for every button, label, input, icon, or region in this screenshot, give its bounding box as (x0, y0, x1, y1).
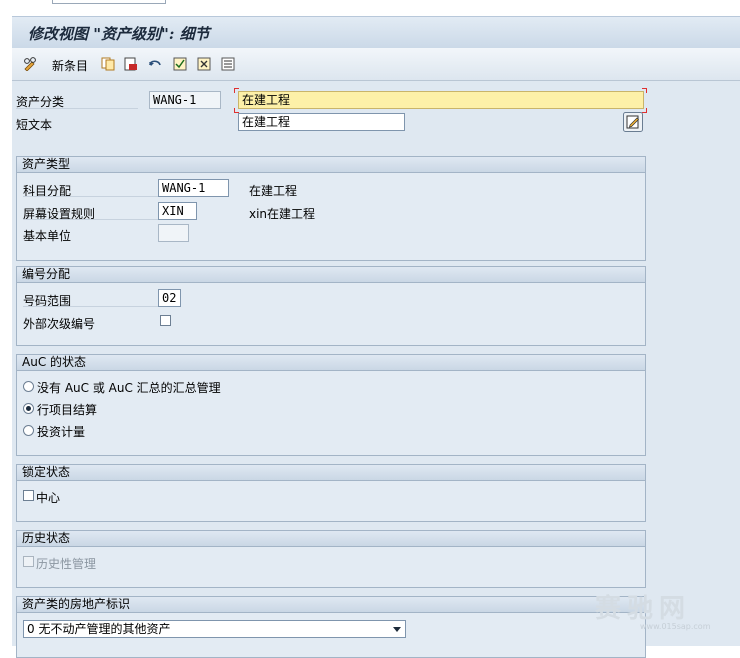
label-underline (16, 108, 138, 109)
history-status-group-title: 历史状态 (17, 531, 645, 547)
history-status-group: 历史状态 历史性管理 (16, 530, 646, 588)
label-underline (23, 196, 159, 197)
external-sub-number-label: 外部次级编号 (23, 317, 96, 331)
asset-type-group: 资产类型 科目分配 WANG-1 在建工程 屏幕设置规则 XIN xin在建工程… (16, 156, 646, 261)
command-field[interactable] (52, 0, 166, 4)
auc-option-line-item-label[interactable]: 行项目结算 (37, 401, 97, 418)
delete-icon[interactable] (124, 57, 138, 71)
application-toolbar: 新条目 (12, 48, 740, 81)
auc-option-summary-radio[interactable] (23, 381, 34, 392)
auc-option-investment-radio[interactable] (23, 425, 34, 436)
page-title: 修改视图 "资产级别": 细节 (28, 25, 210, 43)
asset-class-description-field[interactable]: 在建工程 (238, 91, 644, 109)
history-management-label: 历史性管理 (36, 557, 97, 571)
short-text-label: 短文本 (16, 118, 53, 132)
watermark-url: www.015sap.com (640, 622, 711, 631)
asset-type-group-title: 资产类型 (17, 157, 645, 173)
watermark-logo: 赛驰网 (595, 594, 692, 624)
short-text-field[interactable]: 在建工程 (238, 113, 405, 131)
center-label[interactable]: 中心 (36, 489, 60, 506)
external-sub-number-checkbox[interactable] (160, 315, 171, 326)
screen-layout-rule-field[interactable]: XIN (158, 202, 197, 220)
glasses-edit-icon[interactable] (23, 57, 37, 71)
number-assignment-group-title: 编号分配 (17, 267, 645, 283)
base-unit-field[interactable] (158, 224, 189, 242)
edit-text-icon[interactable] (623, 112, 643, 132)
focus-marker (234, 88, 239, 93)
chevron-down-icon[interactable] (393, 627, 401, 632)
asset-class-field[interactable]: WANG-1 (149, 91, 221, 109)
real-estate-group: 资产类的房地产标识 0 无不动产管理的其他资产 (16, 596, 646, 658)
real-estate-indicator-value: 0 无不动产管理的其他资产 (27, 622, 171, 636)
real-estate-indicator-dropdown[interactable]: 0 无不动产管理的其他资产 (23, 620, 406, 638)
select-block-icon[interactable] (221, 57, 235, 71)
undo-icon[interactable] (148, 57, 162, 71)
lock-status-group-title: 锁定状态 (17, 465, 645, 481)
lock-status-group: 锁定状态 中心 (16, 464, 646, 522)
base-unit-label: 基本单位 (23, 229, 72, 243)
screen-layout-rule-description: xin在建工程 (249, 207, 316, 221)
detail-area: 资产分类 WANG-1 在建工程 短文本 在建工程 资产类型 科目分配 WANG… (12, 81, 740, 658)
label-underline (23, 219, 159, 220)
account-determination-description: 在建工程 (249, 184, 298, 198)
number-range-field[interactable]: 02 (158, 289, 181, 307)
title-bar: 修改视图 "资产级别": 细节 (12, 16, 740, 48)
center-checkbox[interactable] (23, 490, 34, 501)
real-estate-group-title: 资产类的房地产标识 (17, 597, 645, 613)
number-assignment-group: 编号分配 号码范围 02 外部次级编号 (16, 266, 646, 346)
copy-icon[interactable] (101, 57, 115, 71)
focus-marker (642, 88, 647, 93)
select-all-icon[interactable] (173, 57, 187, 71)
top-strip (0, 0, 740, 10)
auc-option-investment-label[interactable]: 投资计量 (37, 423, 85, 440)
auc-status-group-title: AuC 的状态 (17, 355, 645, 371)
auc-status-group: AuC 的状态 没有 AuC 或 AuC 汇总的汇总管理 行项目结算 投资计量 (16, 354, 646, 456)
new-entries-button[interactable]: 新条目 (52, 57, 88, 74)
account-determination-field[interactable]: WANG-1 (158, 179, 229, 197)
deselect-all-icon[interactable] (197, 57, 211, 71)
auc-option-summary-label[interactable]: 没有 AuC 或 AuC 汇总的汇总管理 (37, 379, 221, 396)
label-underline (23, 306, 159, 307)
auc-option-line-item-radio[interactable] (23, 403, 34, 414)
history-management-checkbox (23, 556, 34, 567)
